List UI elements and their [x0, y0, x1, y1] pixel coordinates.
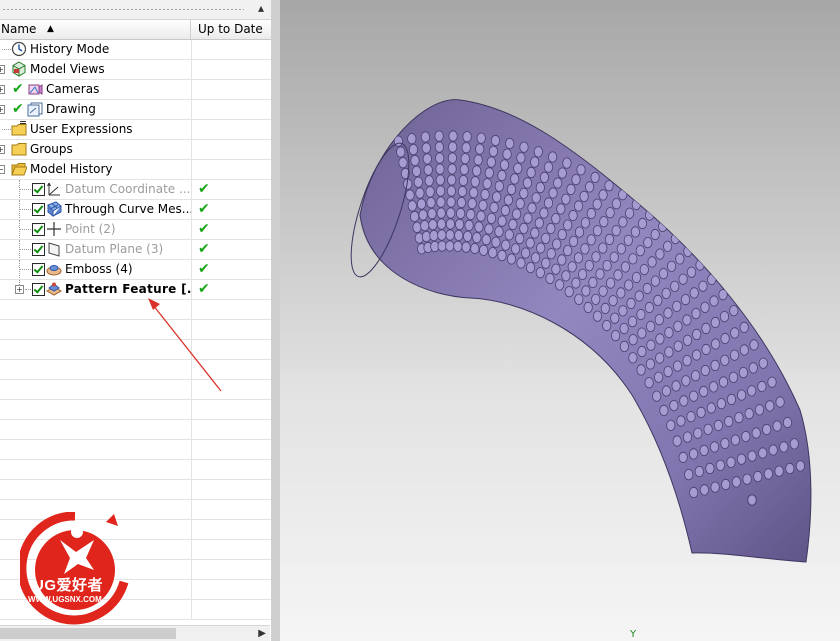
logo-url: WWW.UGSNX.COM: [28, 595, 102, 604]
ug-fans-logo: [20, 512, 129, 625]
logo-text: UG爱好者: [33, 577, 104, 594]
